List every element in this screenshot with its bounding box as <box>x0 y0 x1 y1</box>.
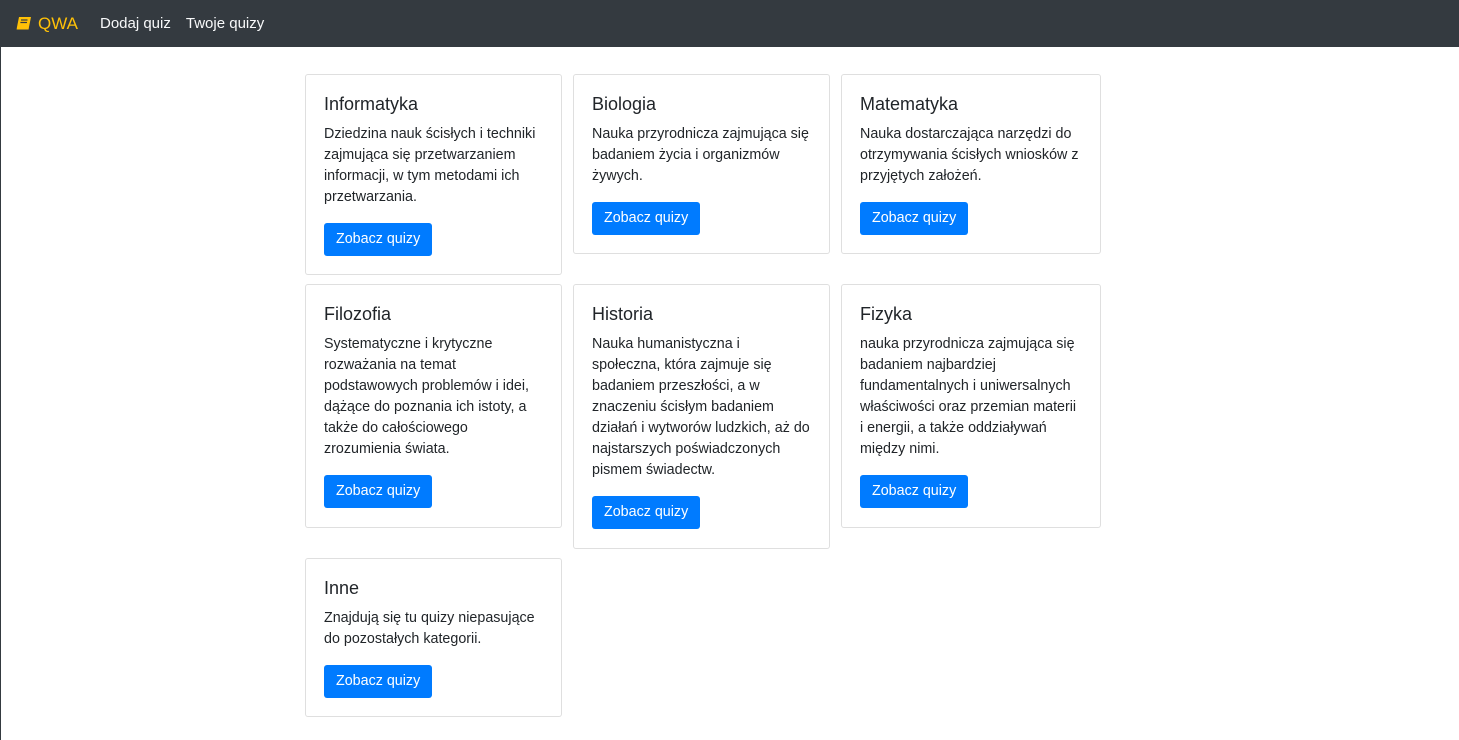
see-quizzes-button[interactable]: Zobacz quizy <box>324 223 433 256</box>
see-quizzes-button[interactable]: Zobacz quizy <box>592 496 701 529</box>
card-description: nauka przyrodnicza zajmująca się badanie… <box>860 336 1077 457</box>
book-icon <box>16 17 31 30</box>
card-description: Nauka dostarczająca narzędzi do otrzymyw… <box>860 126 1079 184</box>
card-title: Biologia <box>592 94 657 114</box>
see-quizzes-button[interactable]: Zobacz quizy <box>860 475 969 508</box>
card-title: Informatyka <box>324 94 419 114</box>
see-quizzes-button[interactable]: Zobacz quizy <box>860 202 969 235</box>
card-title: Fizyka <box>860 304 913 324</box>
card-title: Historia <box>592 304 654 324</box>
category-card-filozofia: Filozofia Systematyczne i krytyczne rozw… <box>305 284 562 528</box>
nav-link-your-quizzes[interactable]: Twoje quizy <box>186 15 264 32</box>
see-quizzes-button[interactable]: Zobacz quizy <box>592 202 701 235</box>
card-title: Matematyka <box>860 94 959 114</box>
window-left-edge <box>0 0 1 740</box>
card-description: Nauka przyrodnicza zajmująca się badanie… <box>592 126 809 184</box>
brand-link[interactable]: QWA <box>16 14 78 34</box>
card-description: Dziedzina nauk ścisłych i techniki zajmu… <box>324 126 536 205</box>
category-card-biologia: Biologia Nauka przyrodnicza zajmująca si… <box>573 74 830 254</box>
category-card-informatyka: Informatyka Dziedzina nauk ścisłych i te… <box>305 74 562 275</box>
category-card-fizyka: Fizyka nauka przyrodnicza zajmująca się … <box>841 284 1101 528</box>
nav-link-add-quiz[interactable]: Dodaj quiz <box>100 15 171 32</box>
top-navbar: QWA Dodaj quiz Twoje quizy <box>0 0 1459 47</box>
card-title: Filozofia <box>324 304 392 324</box>
card-description: Znajdują się tu quizy niepasujące do poz… <box>324 610 535 647</box>
category-card-matematyka: Matematyka Nauka dostarczająca narzędzi … <box>841 74 1101 254</box>
card-description: Systematyczne i krytyczne rozważania na … <box>324 336 530 457</box>
card-description: Nauka humanistyczna i społeczna, która z… <box>592 336 810 478</box>
category-card-historia: Historia Nauka humanistyczna i społeczna… <box>573 284 830 549</box>
brand-name: QWA <box>38 13 78 33</box>
see-quizzes-button[interactable]: Zobacz quizy <box>324 475 433 508</box>
category-card-inne: Inne Znajdują się tu quizy niepasujące d… <box>305 558 562 717</box>
card-title: Inne <box>324 578 360 598</box>
see-quizzes-button[interactable]: Zobacz quizy <box>324 665 433 698</box>
